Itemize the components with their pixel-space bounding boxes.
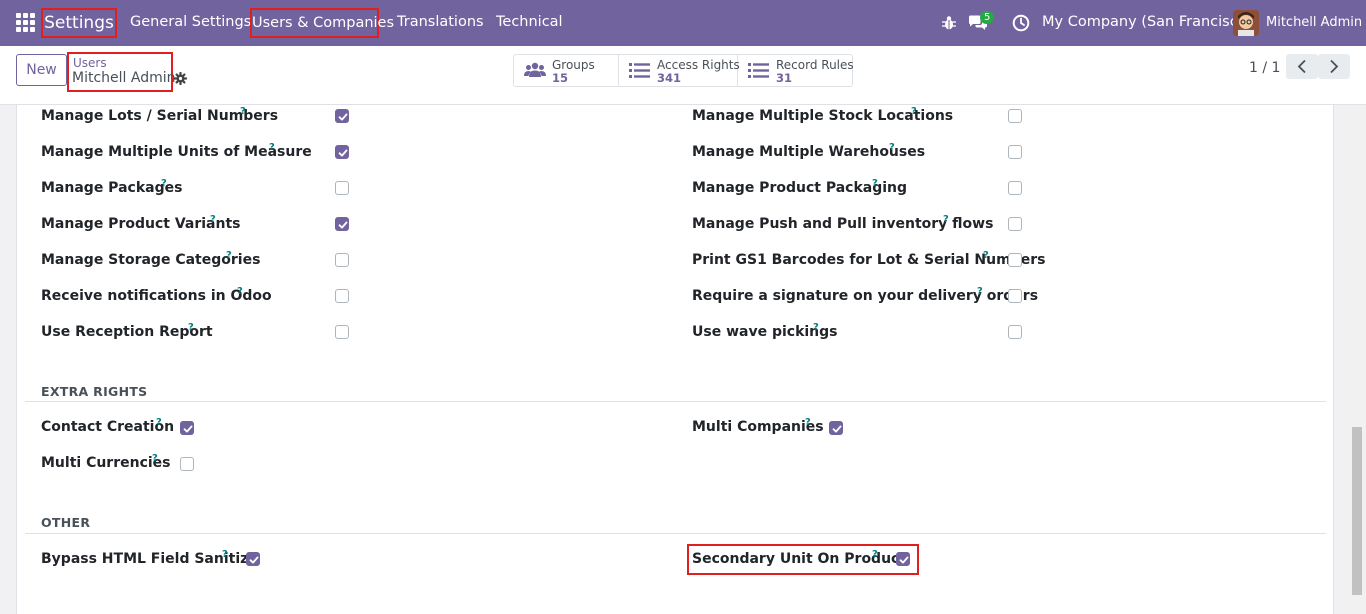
help-tooltip[interactable]: ? (269, 142, 275, 153)
debug-bug-icon[interactable] (941, 15, 957, 31)
checkbox-stock-locations[interactable] (1008, 109, 1022, 123)
chevron-right-icon (1330, 59, 1339, 74)
checkbox-push-pull[interactable] (1008, 217, 1022, 231)
field-label-multi-companies: Multi Companies (692, 419, 824, 435)
new-button[interactable]: New (16, 54, 67, 86)
control-panel: New Users Mitchell Admin Groups 15 Acces… (0, 46, 1366, 105)
check-icon (338, 113, 348, 121)
help-tooltip[interactable]: ? (161, 178, 167, 189)
apps-menu-icon[interactable] (16, 13, 36, 33)
check-icon (249, 556, 259, 564)
access-rights-smart-button[interactable]: Access Rights 341 (619, 55, 740, 86)
access-rights-count: 341 (657, 71, 682, 85)
section-title-other: OTHER (41, 515, 91, 530)
groups-label: Groups (552, 58, 595, 72)
activity-clock-icon[interactable] (1012, 14, 1030, 32)
form-view-background (0, 105, 1350, 614)
help-tooltip[interactable]: ? (872, 549, 878, 560)
help-tooltip[interactable]: ? (983, 250, 989, 261)
smart-buttons: Groups 15 Access Rights 341 Record Rules… (513, 54, 854, 87)
help-tooltip[interactable]: ? (210, 214, 216, 225)
checkbox-contact-creation[interactable] (180, 421, 194, 435)
checkbox-reception-report[interactable] (335, 325, 349, 339)
menu-general-settings[interactable]: General Settings (130, 14, 251, 30)
gear-icon[interactable] (174, 72, 187, 85)
scrollbar-thumb[interactable] (1352, 427, 1362, 595)
pager-next-button[interactable] (1318, 54, 1350, 79)
section-title-extra-rights: EXTRA RIGHTS (41, 384, 148, 399)
check-icon (832, 425, 842, 433)
checkbox-storage-categories[interactable] (335, 253, 349, 267)
field-label-gs1-barcodes: Print GS1 Barcodes for Lot & Serial Numb… (692, 252, 1046, 268)
form-sheet (16, 105, 1334, 614)
field-label-reception-report: Use Reception Report (41, 324, 213, 340)
check-icon (338, 221, 348, 229)
menu-translations[interactable]: Translations (397, 14, 484, 30)
help-tooltip[interactable]: ? (188, 322, 194, 333)
breadcrumb-users-link[interactable]: Users (73, 56, 107, 70)
user-avatar[interactable] (1233, 10, 1259, 36)
groups-smart-button[interactable]: Groups 15 (514, 55, 619, 86)
record-rules-count: 31 (776, 71, 793, 85)
list-icon (629, 63, 650, 78)
check-icon (338, 149, 348, 157)
users-icon (524, 62, 546, 77)
user-menu[interactable]: Mitchell Admin (1266, 15, 1362, 30)
company-switcher[interactable]: My Company (San Francisco) (1042, 14, 1252, 30)
breadcrumb-current-record: Mitchell Admin (72, 70, 176, 86)
pager-value[interactable]: 1 / 1 (1249, 60, 1280, 76)
checkbox-bypass-html[interactable] (246, 552, 260, 566)
help-tooltip[interactable]: ? (237, 286, 243, 297)
checkbox-multi-companies[interactable] (829, 421, 843, 435)
help-tooltip[interactable]: ? (889, 142, 895, 153)
section-divider (25, 401, 1326, 402)
top-navbar: Settings General Settings Users & Compan… (0, 0, 1366, 46)
list-icon (748, 63, 769, 78)
menu-technical[interactable]: Technical (496, 14, 563, 30)
help-tooltip[interactable]: ? (152, 453, 158, 464)
help-tooltip[interactable]: ? (156, 417, 162, 428)
breadcrumb: Users Mitchell Admin (67, 52, 176, 92)
checkbox-product-variants[interactable] (335, 217, 349, 231)
help-tooltip[interactable]: ? (805, 417, 811, 428)
chevron-left-icon (1297, 59, 1306, 74)
checkbox-packages[interactable] (335, 181, 349, 195)
help-tooltip[interactable]: ? (943, 214, 949, 225)
help-tooltip[interactable]: ? (226, 250, 232, 261)
checkbox-multi-warehouses[interactable] (1008, 145, 1022, 159)
checkbox-secondary-unit[interactable] (896, 552, 910, 566)
check-icon (183, 425, 193, 433)
section-divider (25, 533, 1326, 534)
checkbox-multi-uom[interactable] (335, 145, 349, 159)
groups-count: 15 (552, 71, 569, 85)
help-tooltip[interactable]: ? (813, 322, 819, 333)
menu-users-companies[interactable]: Users & Companies (250, 8, 394, 38)
checkbox-multi-currencies[interactable] (180, 457, 194, 471)
field-label-delivery-signature: Require a signature on your delivery ord… (692, 288, 1039, 304)
help-tooltip[interactable]: ? (911, 106, 917, 117)
help-tooltip[interactable]: ? (240, 106, 246, 117)
checkbox-delivery-signature[interactable] (1008, 289, 1022, 303)
app-brand-settings[interactable]: Settings (41, 8, 117, 38)
help-tooltip[interactable]: ? (872, 178, 878, 189)
pager-previous-button[interactable] (1286, 54, 1318, 79)
record-rules-smart-button[interactable]: Record Rules 31 (738, 55, 854, 86)
access-rights-label: Access Rights (657, 58, 740, 72)
chat-count-badge: 5 (980, 11, 995, 24)
checkbox-gs1-barcodes[interactable] (1008, 253, 1022, 267)
record-rules-label: Record Rules (776, 58, 854, 72)
help-tooltip[interactable]: ? (222, 549, 228, 560)
checkbox-lots-serial[interactable] (335, 109, 349, 123)
help-tooltip[interactable]: ? (977, 286, 983, 297)
checkbox-product-packaging[interactable] (1008, 181, 1022, 195)
checkbox-notifications-odoo[interactable] (335, 289, 349, 303)
check-icon (899, 556, 909, 564)
field-label-contact-creation: Contact Creation (41, 419, 175, 435)
checkbox-wave-pickings[interactable] (1008, 325, 1022, 339)
